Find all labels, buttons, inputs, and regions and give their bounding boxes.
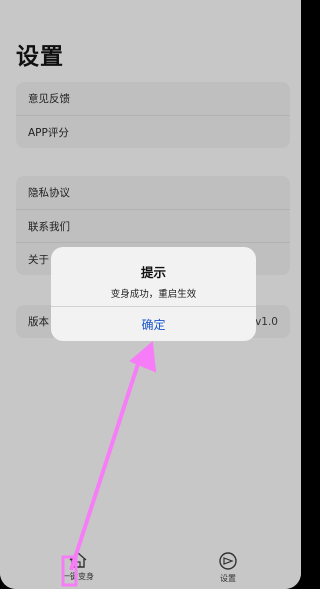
alert-message: 变身成功，重启生效 bbox=[110, 289, 197, 300]
confirm-button[interactable]: 确定 bbox=[51, 306, 256, 341]
app-screen: 设置 意见反馈 APP评分 隐私协议 联系我们 关于 版本 v1.0 一键变身 … bbox=[0, 0, 301, 589]
alert-dialog: 提示 变身成功，重启生效 确定 bbox=[51, 247, 256, 341]
alert-title: 提示 bbox=[140, 265, 166, 280]
